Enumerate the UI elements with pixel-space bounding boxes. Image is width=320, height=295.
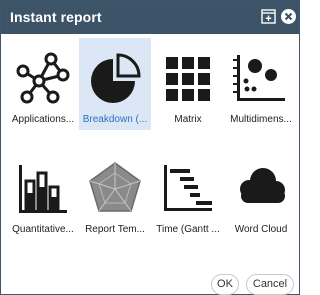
bubble-chart-icon [233, 55, 285, 101]
bar-chart-icon [19, 165, 67, 213]
tile-label: Breakdown (... [82, 114, 148, 125]
tile-label: Report Tem... [85, 224, 145, 235]
network-graph-icon [16, 52, 70, 104]
tile-label: Quantitative... [12, 224, 74, 235]
dialog-title: Instant report [10, 9, 102, 25]
tile-label: Multidimens... [230, 114, 292, 125]
tile-report-template[interactable]: Report Tem... [79, 148, 151, 240]
pie-chart-icon [91, 53, 141, 103]
radar-chart-icon [89, 162, 141, 212]
tile-label: Time (Gantt ... [156, 224, 220, 235]
tile-label: Matrix [174, 114, 202, 125]
tile-label: Word Cloud [234, 224, 288, 235]
tile-word-cloud[interactable]: Word Cloud [225, 148, 297, 240]
instant-report-dialog: Instant report Applications... Breakdown… [0, 0, 300, 295]
ok-button[interactable]: OK [211, 274, 239, 295]
tile-applications[interactable]: Applications... [7, 38, 79, 130]
tile-multidimensional[interactable]: Multidimens... [225, 38, 297, 130]
cancel-button[interactable]: Cancel [246, 274, 294, 295]
tile-matrix[interactable]: Matrix [152, 38, 224, 130]
grid-matrix-icon [166, 57, 210, 101]
tile-quantitative[interactable]: Quantitative... [7, 148, 79, 240]
report-type-grid: Applications... Breakdown (... Matrix Mu… [6, 38, 298, 268]
gantt-chart-icon [164, 165, 212, 211]
tile-breakdown[interactable]: Breakdown (... [79, 38, 151, 130]
close-icon[interactable] [280, 8, 297, 25]
dialog-titlebar[interactable]: Instant report [1, 1, 299, 34]
maximize-icon[interactable] [260, 8, 277, 25]
tile-time-gantt[interactable]: Time (Gantt ... [152, 148, 224, 240]
cloud-icon [240, 168, 285, 203]
tile-label: Applications... [11, 114, 75, 125]
